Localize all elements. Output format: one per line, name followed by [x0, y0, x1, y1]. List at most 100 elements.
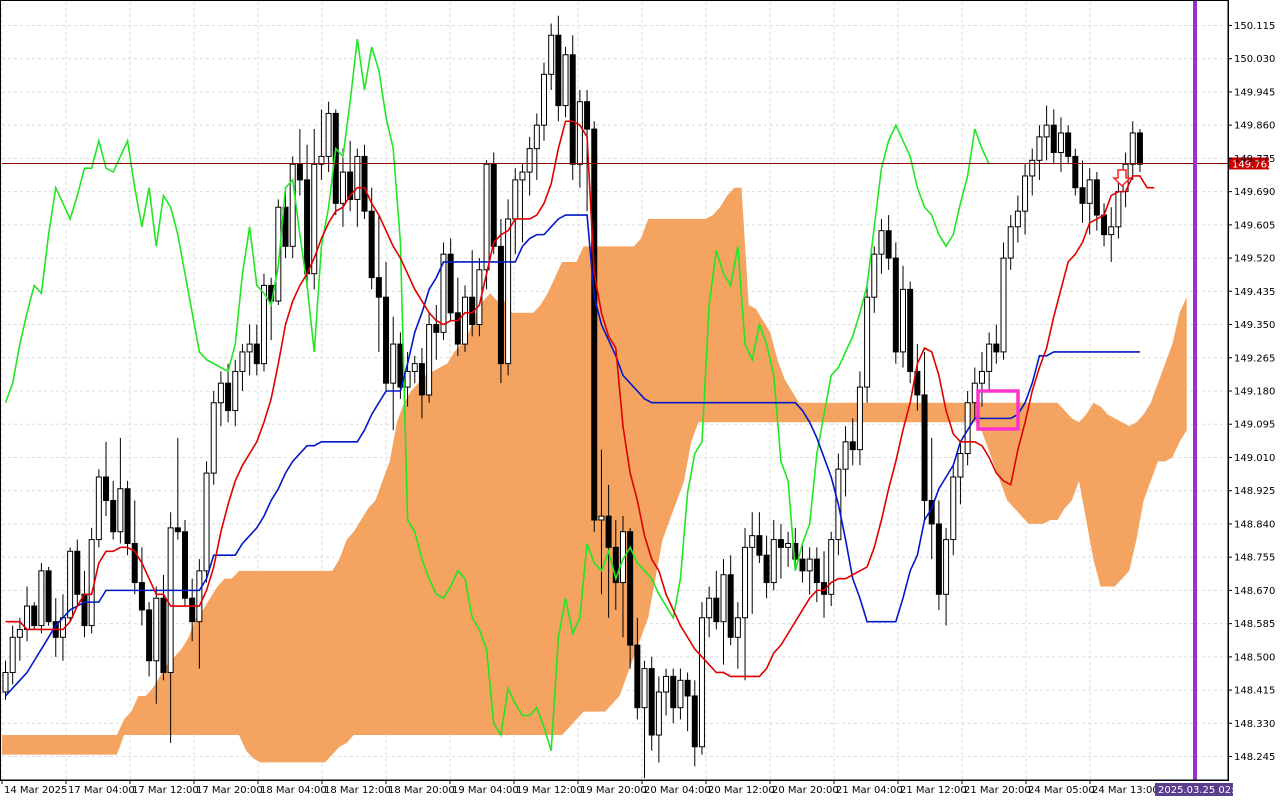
candle-body: [361, 155, 368, 212]
y-tick-label: 149.265: [1234, 353, 1275, 364]
candle-body: [81, 593, 88, 627]
candle-body: [892, 257, 899, 353]
candle-body: [1108, 226, 1115, 236]
candle-body: [806, 558, 813, 572]
candle-body: [986, 343, 993, 372]
x-tick-label: 20 Mar 04:00: [644, 785, 711, 796]
candle-body: [713, 597, 720, 623]
candle-body: [397, 343, 404, 388]
candle-body: [167, 527, 174, 673]
candle-body: [253, 343, 260, 365]
y-tick-label: 150.115: [1234, 21, 1275, 32]
candle-body: [497, 245, 504, 365]
candle-body: [770, 539, 777, 584]
candle-body: [576, 101, 583, 165]
y-tick-label: 149.095: [1234, 420, 1275, 431]
candle-body: [131, 542, 138, 584]
candle-body: [38, 570, 45, 627]
candle-body: [828, 539, 835, 595]
x-tick-label: 20 Mar 20:00: [772, 785, 839, 796]
candle-body: [655, 691, 662, 736]
candle-body: [548, 34, 555, 75]
candle-body: [418, 363, 425, 396]
candle-body: [519, 171, 526, 181]
x-tick-label: 24 Mar 13:00: [1092, 785, 1159, 796]
candle-body: [878, 230, 885, 255]
x-tick-label: 24 Mar 05:00: [1028, 785, 1095, 796]
candle-body: [433, 324, 440, 333]
candle-body: [691, 695, 698, 748]
candle-body: [138, 582, 145, 611]
candle-body: [1007, 226, 1014, 259]
x-tick-label: 17 Mar 12:00: [132, 785, 199, 796]
x-tick-label: 20 Mar 12:00: [708, 785, 775, 796]
candle-body: [1136, 132, 1143, 165]
candle-body: [404, 370, 411, 388]
candle-body: [67, 550, 74, 619]
candle-body: [447, 253, 454, 314]
y-tick-label: 150.030: [1234, 54, 1275, 65]
candle-body: [785, 542, 792, 548]
candle-body: [864, 296, 871, 388]
candle-body: [1129, 132, 1136, 165]
candle-body: [9, 636, 16, 673]
x-tick-label: 14 Mar 2025: [4, 785, 67, 796]
candle-body: [296, 163, 303, 181]
candle-body: [88, 539, 95, 627]
candle-body: [454, 312, 461, 345]
candle-body: [1079, 187, 1086, 204]
x-tick-label: 21 Mar 12:00: [900, 785, 967, 796]
y-tick-label: 149.945: [1234, 87, 1275, 98]
candle-body: [993, 343, 1000, 353]
candle-body: [426, 324, 433, 396]
candle-body: [648, 668, 655, 736]
candle-body: [117, 488, 124, 533]
candle-body: [153, 597, 160, 662]
candle-body: [124, 488, 131, 544]
x-tick-label: 17 Mar 04:00: [68, 785, 135, 796]
candle-body: [591, 128, 598, 521]
candle-body: [411, 363, 418, 372]
candle-body: [189, 597, 196, 623]
candle-body: [727, 574, 734, 638]
y-tick-label: 149.350: [1234, 320, 1275, 331]
candle-body: [1050, 124, 1057, 154]
y-tick-label: 149.775: [1234, 154, 1275, 165]
candle-body: [24, 605, 31, 630]
candle-body: [684, 679, 691, 697]
y-tick-label: 148.245: [1234, 752, 1275, 763]
candle-body: [849, 441, 856, 451]
candle-body: [742, 546, 749, 619]
candle-body: [74, 550, 81, 595]
y-tick-label: 148.840: [1234, 519, 1275, 530]
candle-body: [160, 597, 167, 673]
chart-canvas: 149.762 150.115150.030149.945149.860149.…: [0, 0, 1280, 800]
candle-body: [289, 163, 296, 247]
candle-body: [462, 296, 469, 345]
candle-body: [957, 453, 964, 478]
candle-body: [1093, 179, 1100, 216]
x-highlight-label: 2025.03.25 02:00: [1158, 785, 1247, 796]
y-tick-label: 148.585: [1234, 619, 1275, 630]
y-tick-label: 148.330: [1234, 719, 1275, 730]
candle-body: [512, 179, 519, 220]
y-tick-label: 149.520: [1234, 254, 1275, 265]
candle-body: [232, 370, 239, 412]
candle-body: [749, 535, 756, 548]
candle-body: [871, 253, 878, 298]
candle-body: [375, 277, 382, 298]
y-tick-label: 148.500: [1234, 652, 1275, 663]
candle-body: [584, 101, 591, 130]
candle-body: [31, 605, 38, 627]
candle-body: [555, 34, 562, 107]
x-tick-label: 21 Mar 20:00: [964, 785, 1031, 796]
candle-body: [598, 515, 605, 521]
candle-body: [900, 288, 906, 353]
candle-body: [483, 163, 490, 271]
candle-body: [182, 531, 188, 599]
candle-body: [921, 394, 928, 501]
candle-body: [174, 527, 181, 533]
candle-body: [842, 441, 849, 470]
candle-body: [490, 163, 497, 247]
candle-body: [1029, 159, 1036, 177]
